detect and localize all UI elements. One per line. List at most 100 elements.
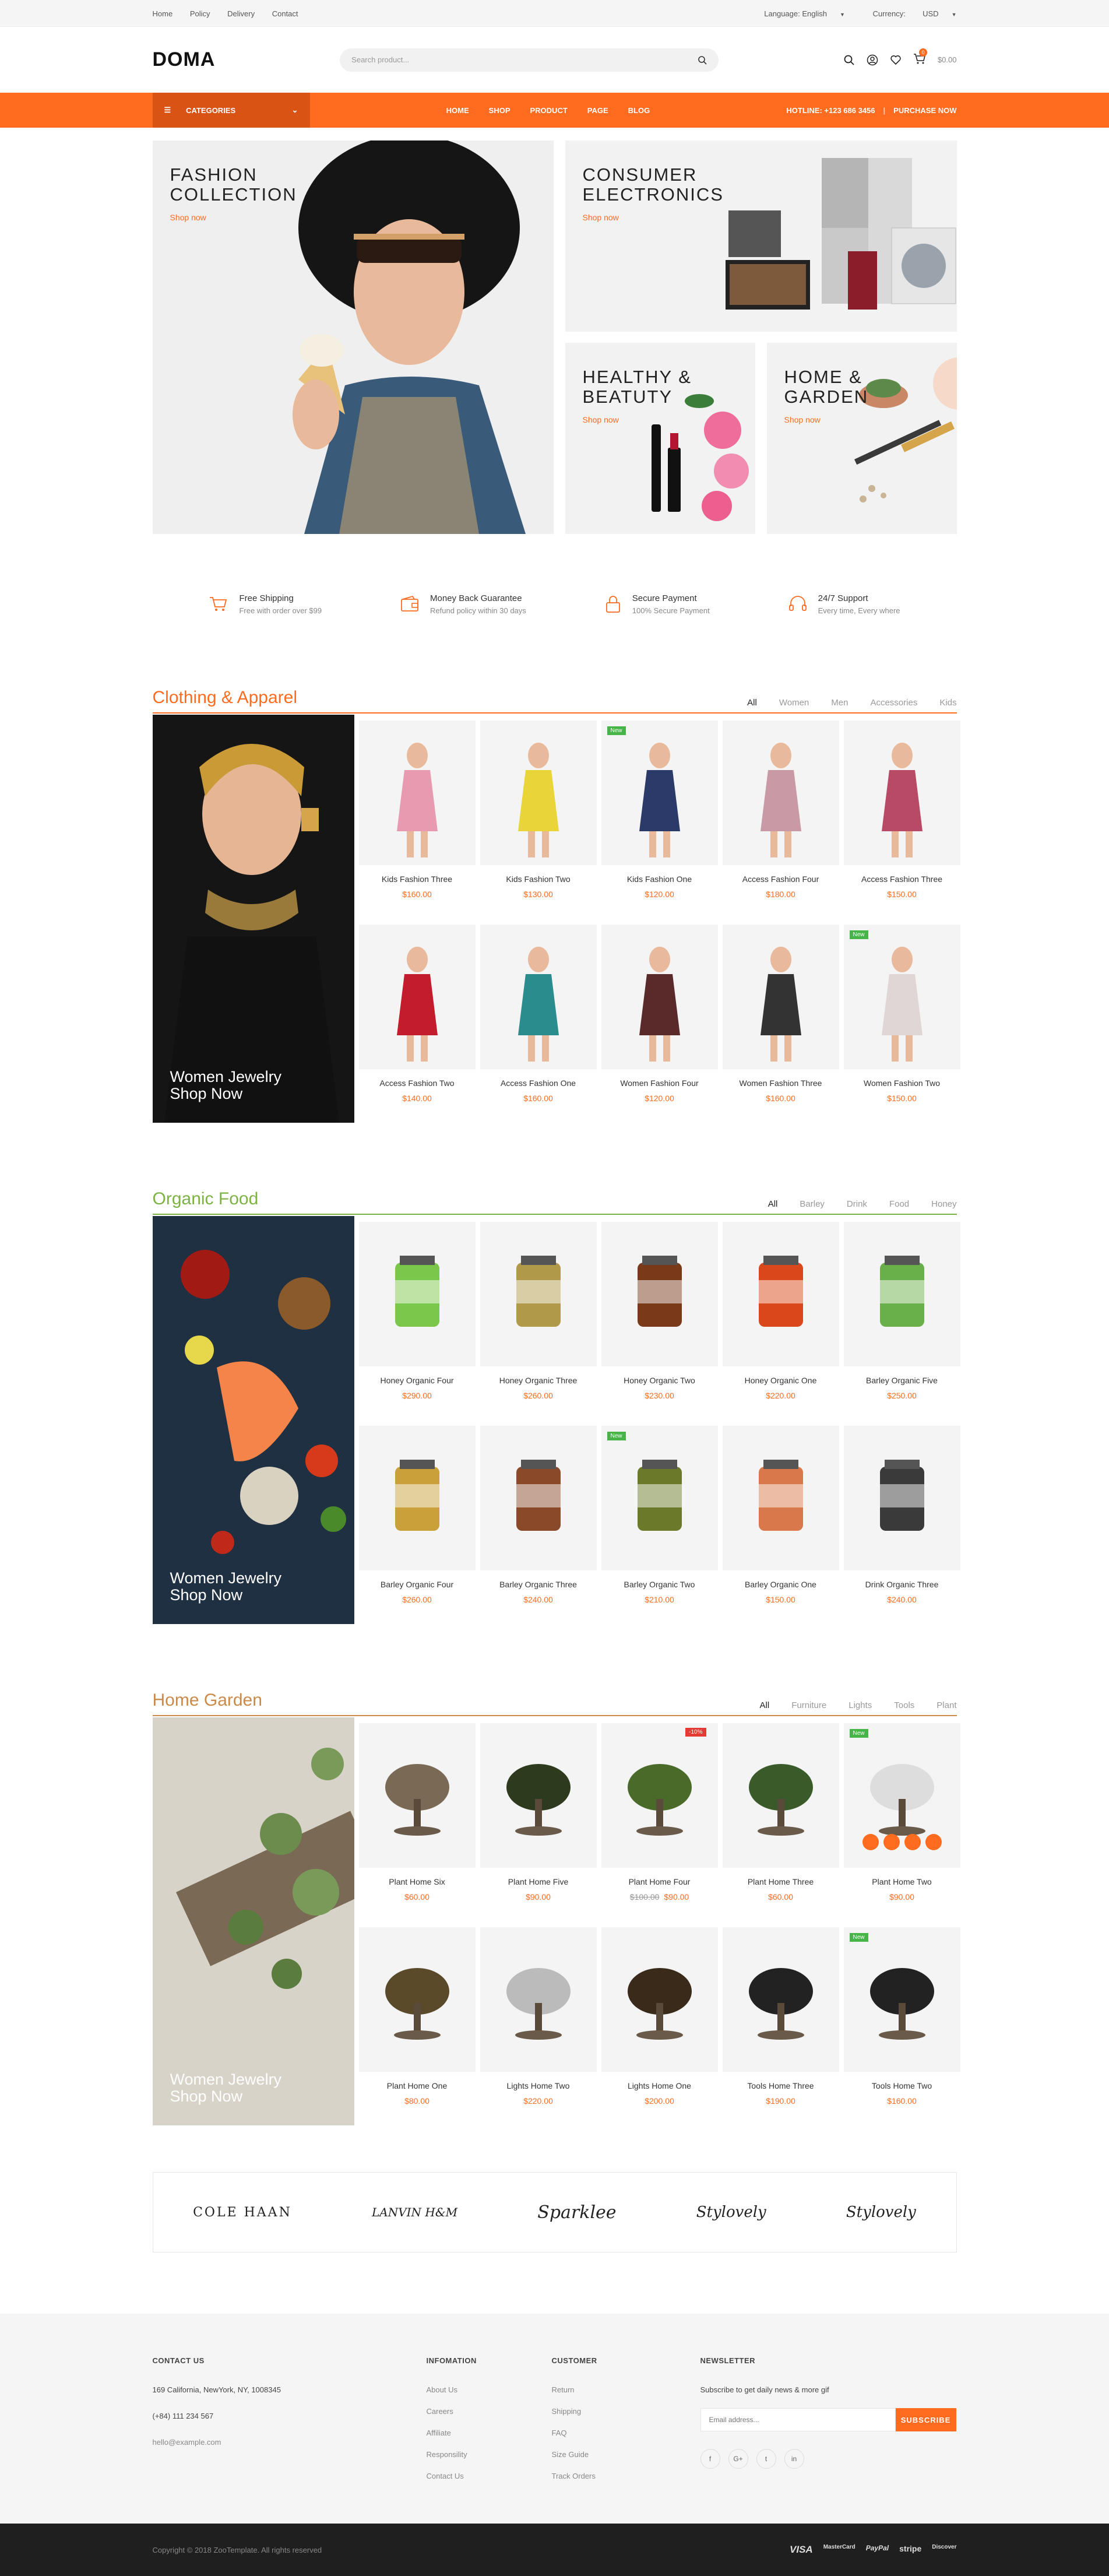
top-link-delivery[interactable]: Delivery bbox=[227, 9, 255, 18]
brand-logo[interactable]: Sparklee bbox=[537, 2202, 616, 2223]
search-icon[interactable] bbox=[925, 1834, 942, 1850]
category-tab[interactable]: Men bbox=[831, 698, 848, 708]
product-image[interactable] bbox=[722, 1426, 839, 1570]
category-tab[interactable]: Lights bbox=[849, 1700, 872, 1710]
product-image[interactable]: -10% bbox=[601, 1723, 718, 1868]
footer-email[interactable]: hello@example.com bbox=[153, 2438, 427, 2447]
product-image[interactable] bbox=[843, 1222, 960, 1366]
product-name[interactable]: Kids Fashion One bbox=[601, 874, 718, 884]
categories-button[interactable]: ☰ CATEGORIES ⌄ bbox=[152, 93, 310, 128]
product-image[interactable] bbox=[480, 1723, 597, 1868]
product-name[interactable]: Kids Fashion Three bbox=[359, 874, 476, 884]
product-name[interactable]: Barley Organic Three bbox=[480, 1580, 597, 1589]
product-name[interactable]: Kids Fashion Two bbox=[480, 874, 597, 884]
product-card[interactable]: Honey Organic Four $290.00 bbox=[358, 1216, 476, 1408]
category-tab[interactable]: Kids bbox=[939, 698, 956, 708]
product-image[interactable] bbox=[601, 1927, 718, 2072]
product-name[interactable]: Access Fashion One bbox=[480, 1078, 597, 1088]
product-name[interactable]: Tools Home Three bbox=[723, 2081, 839, 2090]
product-image[interactable] bbox=[601, 925, 718, 1069]
product-card[interactable]: New Kids Fashion One $120.00 bbox=[601, 715, 718, 906]
product-card[interactable]: Access Fashion Two $140.00 bbox=[358, 919, 476, 1110]
product-image[interactable] bbox=[480, 925, 597, 1069]
footer-link[interactable]: Shipping bbox=[552, 2407, 700, 2416]
product-card[interactable]: New Tools Home Two $160.00 bbox=[843, 1921, 960, 2113]
product-image[interactable] bbox=[358, 1426, 476, 1570]
search-icon[interactable] bbox=[698, 55, 707, 65]
nav-page[interactable]: PAGE bbox=[587, 106, 608, 115]
product-card[interactable]: Tools Home Three $190.00 bbox=[722, 1921, 839, 2113]
heart-icon[interactable] bbox=[890, 54, 902, 66]
product-card[interactable]: Kids Fashion Two $130.00 bbox=[480, 715, 597, 906]
product-image[interactable] bbox=[480, 1222, 597, 1366]
product-name[interactable]: Lights Home Two bbox=[480, 2081, 597, 2090]
search-bar[interactable]: Search product... bbox=[340, 48, 719, 72]
product-image[interactable] bbox=[358, 1723, 476, 1868]
category-tab[interactable]: Drink bbox=[847, 1199, 867, 1209]
product-name[interactable]: Barley Organic One bbox=[723, 1580, 839, 1589]
product-image[interactable] bbox=[843, 721, 960, 865]
product-card[interactable]: Lights Home Two $220.00 bbox=[480, 1921, 597, 2113]
product-name[interactable]: Access Fashion Two bbox=[359, 1078, 476, 1088]
product-card[interactable]: New Barley Organic Two $210.00 bbox=[601, 1420, 718, 1612]
product-image[interactable] bbox=[722, 1222, 839, 1366]
shop-now-link[interactable]: Shop now bbox=[583, 213, 724, 222]
shop-now-link[interactable]: Shop now bbox=[170, 213, 297, 222]
product-name[interactable]: Plant Home Two bbox=[844, 1877, 960, 1886]
product-name[interactable]: Women Fashion Four bbox=[601, 1078, 718, 1088]
product-name[interactable]: Women Fashion Two bbox=[844, 1078, 960, 1088]
product-card[interactable]: New Plant Home Two $90.00 bbox=[843, 1717, 960, 1909]
nav-shop[interactable]: SHOP bbox=[489, 106, 511, 115]
footer-link[interactable]: FAQ bbox=[552, 2429, 700, 2437]
product-image[interactable] bbox=[601, 1222, 718, 1366]
product-image[interactable] bbox=[358, 1222, 476, 1366]
product-name[interactable]: Barley Organic Five bbox=[844, 1376, 960, 1385]
product-card[interactable]: Honey Organic Three $260.00 bbox=[480, 1216, 597, 1408]
product-card[interactable]: Access Fashion One $160.00 bbox=[480, 919, 597, 1110]
product-name[interactable]: Access Fashion Four bbox=[723, 874, 839, 884]
product-card[interactable]: Plant Home Five $90.00 bbox=[480, 1717, 597, 1909]
shop-now-link[interactable]: Shop now bbox=[583, 415, 692, 424]
product-card[interactable]: -10% Plant Home Four $100.00 $90.00 bbox=[601, 1717, 718, 1909]
brand-logo[interactable]: Stylovely bbox=[696, 2204, 766, 2221]
footer-link[interactable]: About Us bbox=[427, 2385, 552, 2394]
footer-link[interactable]: Track Orders bbox=[552, 2472, 700, 2480]
banner-electronics[interactable]: CONSUMER ELECTRONICS Shop now bbox=[565, 140, 957, 332]
product-card[interactable]: Plant Home One $80.00 bbox=[358, 1921, 476, 2113]
twitter-icon[interactable]: t bbox=[756, 2449, 776, 2469]
product-card[interactable]: Barley Organic Five $250.00 bbox=[843, 1216, 960, 1408]
purchase-now-link[interactable]: PURCHASE NOW bbox=[893, 106, 956, 115]
currency-select[interactable]: Currency: USD ▼ bbox=[860, 9, 957, 18]
product-name[interactable]: Drink Organic Three bbox=[844, 1580, 960, 1589]
product-image[interactable]: New bbox=[601, 721, 718, 865]
category-tab[interactable]: All bbox=[747, 698, 757, 708]
product-image[interactable] bbox=[480, 1426, 597, 1570]
product-card[interactable]: Lights Home One $200.00 bbox=[601, 1921, 718, 2113]
product-name[interactable]: Lights Home One bbox=[601, 2081, 718, 2090]
product-image[interactable] bbox=[358, 1927, 476, 2072]
footer-link[interactable]: Contact Us bbox=[427, 2472, 552, 2480]
product-card[interactable]: Access Fashion Four $180.00 bbox=[722, 715, 839, 906]
product-card[interactable]: Kids Fashion Three $160.00 bbox=[358, 715, 476, 906]
product-card[interactable]: Access Fashion Three $150.00 bbox=[843, 715, 960, 906]
brand-logo[interactable]: Stylovely bbox=[846, 2204, 916, 2221]
site-logo[interactable]: DOMA bbox=[153, 48, 216, 71]
top-link-contact[interactable]: Contact bbox=[272, 9, 298, 18]
newsletter-email-input[interactable] bbox=[700, 2408, 896, 2431]
product-name[interactable]: Honey Organic Two bbox=[601, 1376, 718, 1385]
category-tab[interactable]: Furniture bbox=[791, 1700, 826, 1710]
search-input[interactable]: Search product... bbox=[351, 55, 409, 64]
product-card[interactable]: Honey Organic Two $230.00 bbox=[601, 1216, 718, 1408]
nav-blog[interactable]: BLOG bbox=[628, 106, 650, 115]
facebook-icon[interactable]: f bbox=[700, 2449, 720, 2469]
nav-product[interactable]: PRODUCT bbox=[530, 106, 568, 115]
product-name[interactable]: Women Fashion Three bbox=[723, 1078, 839, 1088]
product-card[interactable]: Barley Organic One $150.00 bbox=[722, 1420, 839, 1612]
footer-link[interactable]: Careers bbox=[427, 2407, 552, 2416]
user-icon[interactable] bbox=[867, 54, 878, 66]
search-icon[interactable] bbox=[843, 54, 855, 66]
heart-icon[interactable] bbox=[883, 1834, 900, 1850]
section-banner[interactable]: Women Jewelry Shop Now bbox=[152, 715, 354, 1123]
shop-now-link[interactable]: Shop now bbox=[784, 415, 869, 424]
footer-link[interactable]: Return bbox=[552, 2385, 700, 2394]
